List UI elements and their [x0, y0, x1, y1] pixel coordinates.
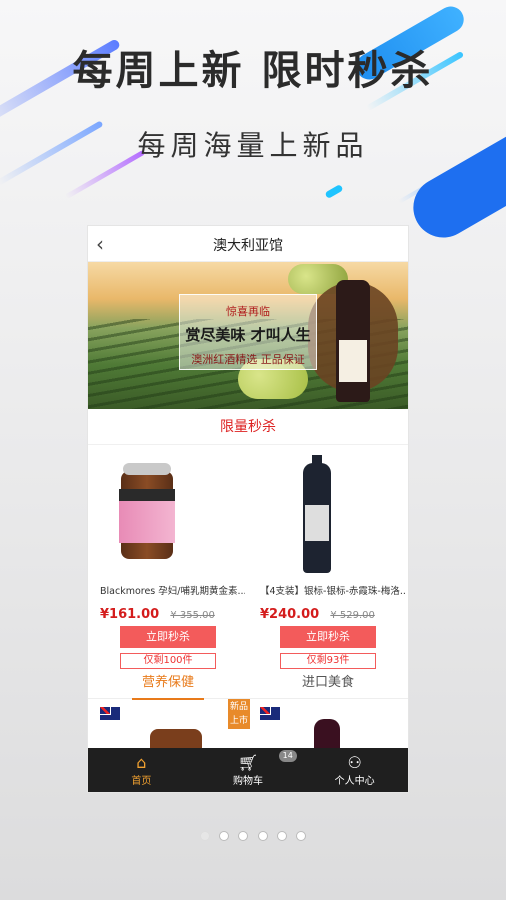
tab-imported-food[interactable]: 进口美食	[248, 667, 408, 698]
phone-screen: ‹ 澳大利亚馆 惊喜再临 赏尽美味 才叫人生 澳洲红酒精选 正品保证 限量秒杀 …	[88, 226, 408, 792]
promo-textbox: 惊喜再临 赏尽美味 才叫人生 澳洲红酒精选 正品保证	[179, 294, 317, 370]
buy-now-button[interactable]: 立即秒杀	[280, 626, 376, 648]
stock-remaining: 仅剩100件	[120, 653, 216, 669]
promo-line-2: 赏尽美味 才叫人生	[185, 326, 311, 344]
australia-flag-icon	[100, 707, 120, 720]
page-dot[interactable]	[295, 831, 306, 841]
stock-remaining: 仅剩93件	[280, 653, 376, 669]
tab-label: 购物车	[233, 776, 263, 787]
product-image[interactable]	[248, 455, 408, 579]
tab-label: 个人中心	[334, 776, 375, 787]
product-card[interactable]: Blackmores 孕妇/哺乳期黄金素... ¥161.00 ¥ 355.00…	[88, 445, 248, 669]
promo-line-3: 澳洲红酒精选 正品保证	[191, 353, 305, 366]
product-price: ¥240.00	[260, 607, 320, 622]
category-products-preview: 新品 上市	[88, 699, 408, 759]
australia-flag-icon	[260, 707, 280, 720]
buy-now-button[interactable]: 立即秒杀	[120, 626, 216, 648]
product-price: ¥161.00	[100, 607, 160, 622]
tab-profile[interactable]: ⚇ 个人中心	[301, 748, 408, 792]
person-icon: ⚇	[347, 753, 362, 772]
page-dot[interactable]	[257, 831, 268, 841]
product-original-price: ¥ 529.00	[330, 610, 375, 621]
product-image[interactable]	[88, 459, 248, 579]
page-title: 澳大利亚馆	[213, 238, 283, 254]
promo-banner[interactable]: 惊喜再临 赏尽美味 才叫人生 澳洲红酒精选 正品保证	[88, 262, 408, 409]
tab-nutrition[interactable]: 营养保健	[88, 667, 248, 700]
tab-cart[interactable]: 🛒︎ 14 购物车	[195, 748, 302, 792]
category-tabs: 营养保健 进口美食	[88, 667, 408, 700]
cart-count-badge: 14	[278, 750, 297, 762]
product-list: Blackmores 孕妇/哺乳期黄金素... ¥161.00 ¥ 355.00…	[88, 445, 408, 669]
page-dot[interactable]	[219, 831, 230, 841]
product-card[interactable]: 【4支装】银标-银标-赤霞珠-梅洛... ¥240.00 ¥ 529.00 立即…	[248, 445, 408, 669]
new-arrival-badge: 新品 上市	[228, 699, 250, 729]
flash-sale-title: 限量秒杀	[88, 409, 408, 445]
product-original-price: ¥ 355.00	[170, 610, 215, 621]
tab-home[interactable]: ⌂ 首页	[88, 748, 195, 792]
tab-label: 首页	[131, 776, 152, 787]
decor-streak	[324, 183, 344, 200]
promo-line-1: 惊喜再临	[226, 305, 270, 318]
page-dot[interactable]	[276, 831, 287, 841]
bottom-tab-bar: ⌂ 首页 🛒︎ 14 购物车 ⚇ 个人中心	[88, 748, 408, 792]
nav-bar: ‹ 澳大利亚馆	[88, 226, 408, 262]
page-dot[interactable]	[200, 831, 211, 841]
pagination-dots	[0, 826, 506, 845]
product-name[interactable]: Blackmores 孕妇/哺乳期黄金素...	[100, 583, 245, 597]
wine-bottle-image	[336, 280, 370, 402]
home-icon: ⌂	[136, 753, 147, 772]
page-dot[interactable]	[238, 831, 249, 841]
product-name[interactable]: 【4支装】银标-银标-赤霞珠-梅洛...	[260, 583, 405, 597]
hero-subline: 每周海量上新品	[137, 129, 369, 162]
hero-headline: 每周上新 限时秒杀	[72, 48, 434, 94]
